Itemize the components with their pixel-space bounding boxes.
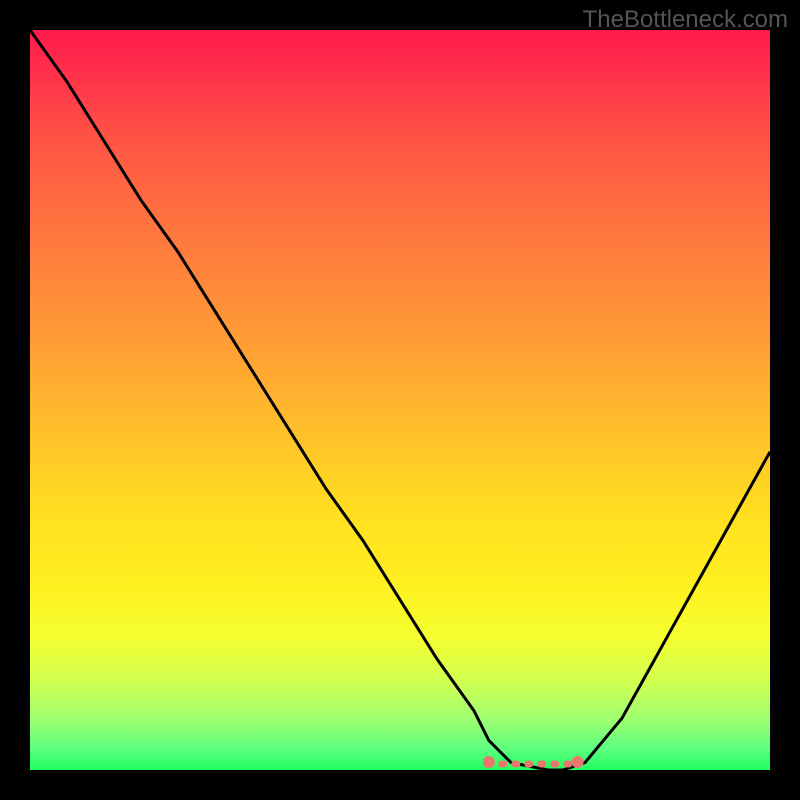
bottleneck-curve <box>30 30 770 770</box>
chart-curve-svg <box>30 30 770 770</box>
watermark-text: TheBottleneck.com <box>583 6 788 34</box>
chart-plot-area <box>30 30 770 770</box>
